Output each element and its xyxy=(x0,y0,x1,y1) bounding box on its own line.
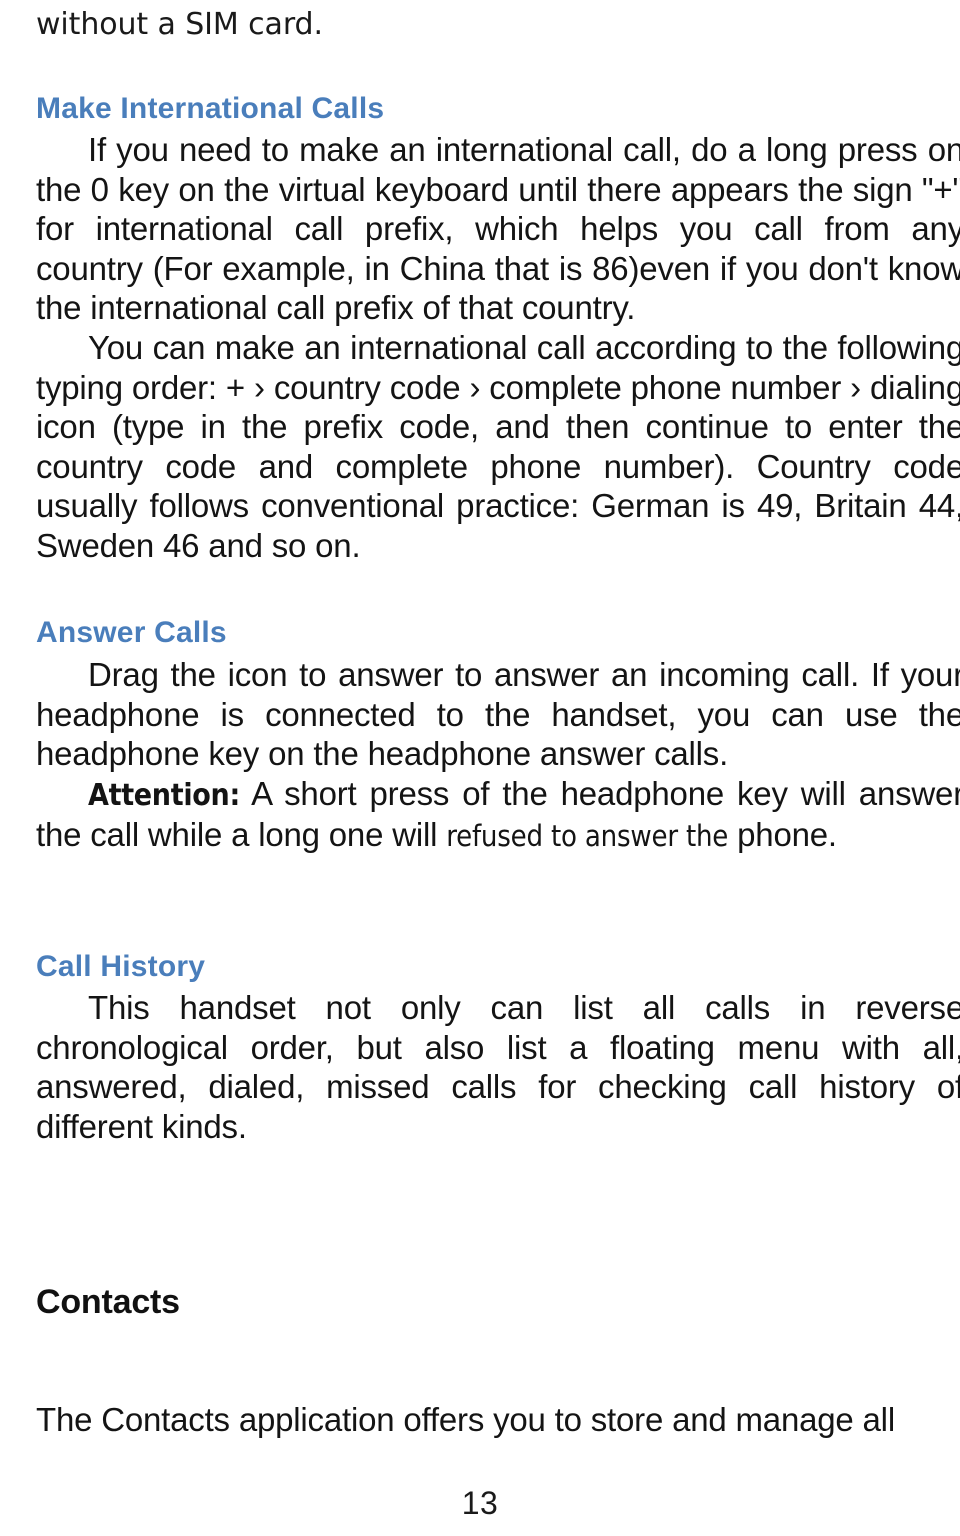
paragraph-text: The Contacts application offers you to s… xyxy=(36,1401,895,1438)
paragraph-block-intl-1: If you need to make an international cal… xyxy=(36,130,960,328)
heading-text: Contacts xyxy=(36,1283,180,1321)
paragraph-text: This handset not only can list all calls… xyxy=(36,989,960,1145)
paragraph-text: If you need to make an international cal… xyxy=(36,131,960,326)
attention-label: Attention: xyxy=(88,777,240,813)
attention-paragraph: Attention: A short press of the headphon… xyxy=(36,774,960,857)
paragraph-block-call-history: This handset not only can list all calls… xyxy=(36,988,960,1146)
paragraph-text: Drag the icon to answer to answer an inc… xyxy=(36,656,960,772)
orphan-line: without a SIM card. xyxy=(36,7,323,42)
document-page: without a SIM card. Make International C… xyxy=(0,0,960,1536)
orphan-line-block: without a SIM card. xyxy=(36,0,960,44)
attention-run-2: phone. xyxy=(728,816,837,853)
heading-text: Call History xyxy=(36,950,206,983)
paragraph-text: You can make an international call accor… xyxy=(36,329,960,564)
heading-text: Make International Calls xyxy=(36,92,385,125)
section-heading-contacts: Contacts xyxy=(36,1282,960,1322)
attention-run-soft: refused to answer the xyxy=(446,819,729,853)
section-heading-make-international-calls: Make International Calls xyxy=(36,92,960,126)
heading-text: Answer Calls xyxy=(36,616,227,649)
paragraph-block-intl-2: You can make an international call accor… xyxy=(36,328,960,565)
page-number: 13 xyxy=(461,1485,499,1521)
paragraph-block-contacts: The Contacts application offers you to s… xyxy=(36,1400,960,1440)
section-heading-call-history: Call History xyxy=(36,950,960,984)
section-heading-answer-calls: Answer Calls xyxy=(36,616,960,650)
paragraph-block-answer-calls: Drag the icon to answer to answer an inc… xyxy=(36,655,960,857)
